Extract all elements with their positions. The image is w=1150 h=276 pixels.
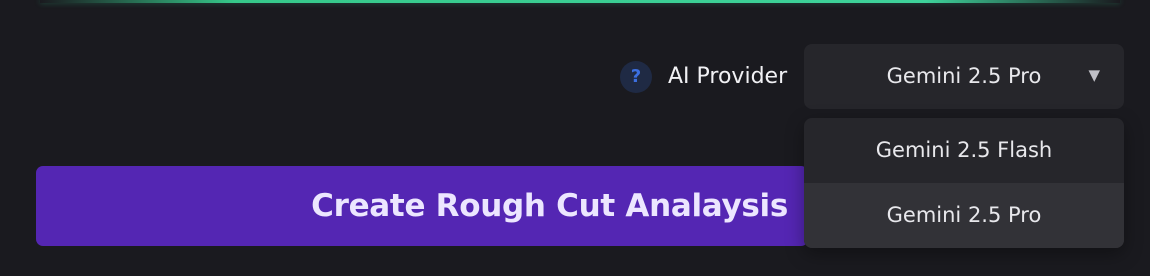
dropdown-option-gemini-2-5-pro[interactable]: Gemini 2.5 Pro [804, 183, 1124, 248]
chevron-down-icon: ▼ [1088, 66, 1100, 84]
help-icon[interactable]: ? [620, 61, 652, 93]
ai-provider-dropdown-menu: Gemini 2.5 Flash Gemini 2.5 Pro [804, 118, 1124, 248]
ai-provider-select[interactable]: Gemini 2.5 Pro ▼ [804, 44, 1124, 109]
dropdown-option-gemini-2-5-flash[interactable]: Gemini 2.5 Flash [804, 118, 1124, 183]
top-accent-line [40, 0, 1120, 3]
create-rough-cut-analysis-label: Create Rough Cut Analaysis [311, 188, 788, 224]
ai-provider-selected-value: Gemini 2.5 Pro [886, 64, 1042, 88]
ai-provider-label: AI Provider [668, 64, 788, 89]
create-rough-cut-analysis-button[interactable]: Create Rough Cut Analaysis [36, 166, 808, 246]
